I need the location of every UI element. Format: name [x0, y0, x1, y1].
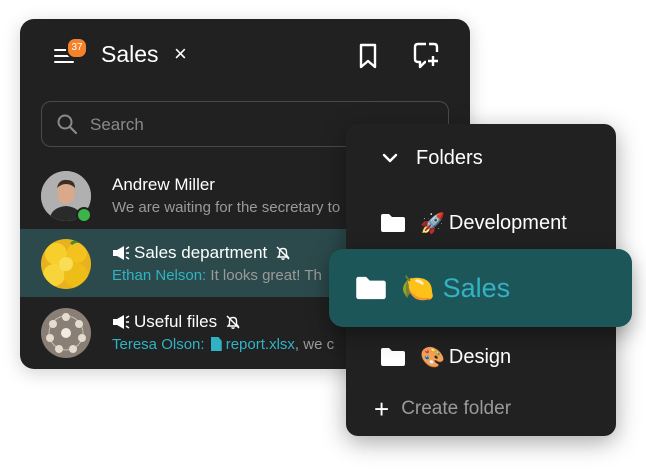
unread-badge: 37: [66, 37, 88, 59]
folder-label: Design: [448, 345, 512, 368]
folder-emoji: 🍋: [401, 273, 435, 303]
bookmark-button[interactable]: [356, 43, 380, 69]
chat-name-text: Andrew Miller: [112, 175, 215, 194]
plus-icon: +: [374, 394, 390, 424]
muted-bell-icon: [276, 246, 290, 260]
folder-item-development[interactable]: 🚀 Development: [380, 208, 567, 238]
folder-emoji: 🎨: [420, 346, 445, 369]
compose-icon: [413, 42, 439, 69]
chat-name: Useful files: [112, 312, 241, 332]
folder-item-sales[interactable]: 🍋 Sales: [329, 249, 632, 327]
folders-heading: Folders: [416, 146, 483, 169]
folder-label: Sales: [442, 272, 511, 303]
message-text: It looks great! Th: [210, 267, 322, 284]
chevron-down-icon: [382, 153, 398, 163]
chat-name-text: Useful files: [134, 312, 218, 331]
bookmark-icon: [359, 43, 377, 69]
create-folder-label: Create folder: [401, 398, 512, 419]
folders-header[interactable]: Folders: [382, 146, 483, 170]
folder-icon: [381, 348, 405, 366]
chat-name: Andrew Miller: [112, 175, 215, 195]
search-icon: [57, 114, 78, 135]
close-button[interactable]: ×: [174, 43, 196, 65]
menu-button[interactable]: 37: [52, 37, 88, 69]
folder-icon: [381, 214, 405, 232]
chat-list-header: 37 Sales ×: [20, 19, 470, 94]
avatar: [41, 308, 91, 358]
megaphone-icon: [113, 246, 130, 260]
menu-icon-bar: [54, 61, 74, 63]
chat-preview: Ethan Nelson: It looks great! Th: [112, 267, 322, 284]
create-folder-button[interactable]: + Create folder: [374, 394, 512, 424]
file-link[interactable]: report.xlsx: [226, 336, 295, 353]
avatar: [41, 239, 91, 289]
chat-name: Sales department: [112, 243, 291, 263]
chat-preview: We are waiting for the secretary to: [112, 199, 341, 216]
megaphone-icon: [113, 315, 130, 329]
message-sender: Ethan Nelson:: [112, 267, 207, 284]
chat-name-text: Sales department: [134, 243, 268, 262]
folder-emoji: 🚀: [420, 212, 445, 235]
folder-icon: [356, 276, 386, 300]
folder-label: Development: [448, 211, 567, 234]
muted-bell-icon: [226, 315, 240, 329]
message-text: , we c: [294, 336, 335, 353]
online-indicator: [76, 207, 92, 223]
chat-preview: Teresa Olson: report.xlsx, we c: [112, 336, 334, 353]
message-sender: Teresa Olson:: [112, 336, 205, 353]
file-icon: [210, 337, 222, 351]
new-chat-button[interactable]: [412, 41, 440, 69]
folder-item-design[interactable]: 🎨 Design: [380, 342, 511, 372]
page-title: Sales: [101, 41, 159, 67]
